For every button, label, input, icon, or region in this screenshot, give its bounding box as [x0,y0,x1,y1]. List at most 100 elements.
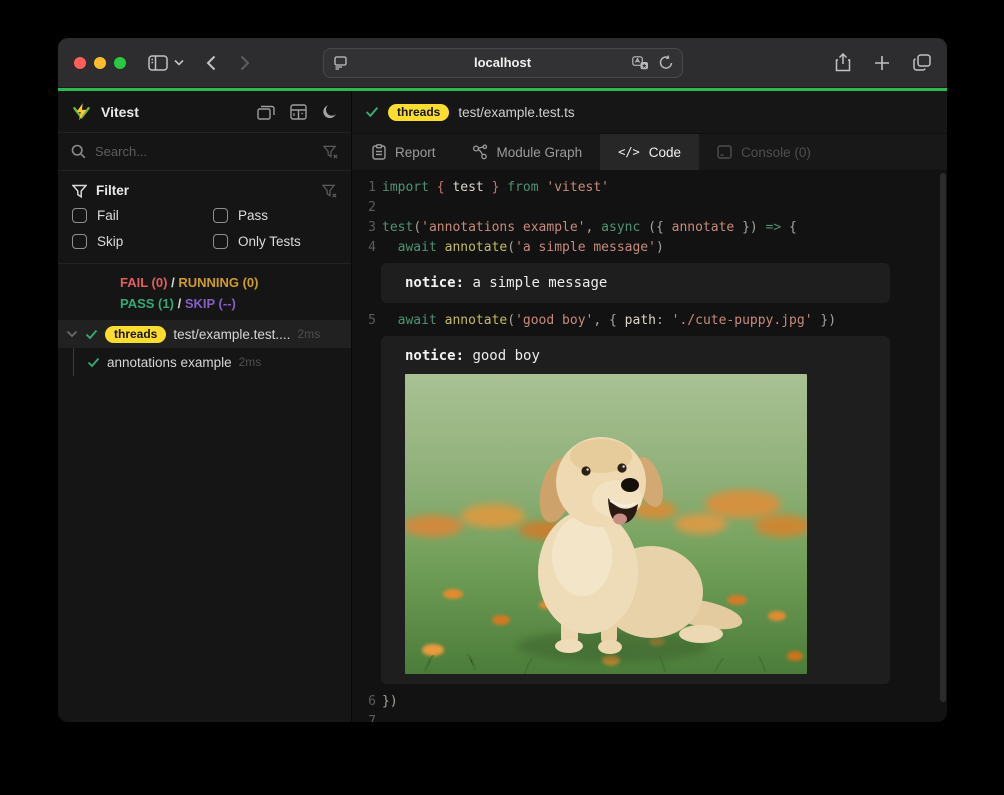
forward-button[interactable] [240,55,250,71]
pass-count: PASS (1) [120,296,174,311]
main-panel: threads test/example.test.ts Report [352,91,947,722]
code-icon: </> [618,145,640,159]
checkbox-box [72,234,87,249]
code-block: 5 await annotate('good boy', { path: './… [352,311,947,331]
tab-report[interactable]: Report [354,134,454,170]
scrollbar-thumb[interactable] [940,173,946,702]
tab-overview-button[interactable] [913,54,931,71]
annotation-notice: notice: a simple message [381,263,890,303]
checkbox-box [213,208,228,223]
chevron-down-icon[interactable] [174,59,184,66]
code-line: 4 await annotate('a simple message') [352,238,947,258]
report-icon [372,144,386,160]
status-separator: / [178,296,182,311]
site-icon [333,56,348,70]
checkbox-label: Fail [97,208,119,223]
code-block: 6})7 [352,692,947,722]
checkbox-skip[interactable]: Skip [72,234,213,249]
tree-file-time: 2ms [297,327,320,341]
clear-search-filter-icon[interactable] [323,145,338,159]
check-icon [365,106,379,118]
translate-icon[interactable] [632,56,649,70]
filter-icon [72,184,87,198]
code-line: 6}) [352,692,947,712]
panels-icon[interactable] [257,104,275,120]
notice-message: a simple message [472,275,607,291]
annotation-notice: notice: good boy [381,336,890,684]
tab-bar: Report Module Graph </> Code [352,133,947,171]
reload-button[interactable] [659,55,673,70]
tree-test-time: 2ms [239,355,262,369]
browser-toolbar: localhost [58,38,947,88]
check-icon [85,329,98,340]
skip-count: SKIP (--) [185,296,236,311]
back-button[interactable] [206,55,216,71]
fail-count: FAIL (0) [120,275,167,290]
code-line: 1import { test } from 'vitest' [352,178,947,198]
checkbox-label: Skip [97,234,123,249]
notice-label: notice: [405,348,464,364]
filter-section: Filter Fail [58,171,351,264]
zoom-button[interactable] [114,57,126,69]
vitest-logo-icon [71,102,92,122]
tab-module-graph[interactable]: Module Graph [454,134,601,170]
notice-message: good boy [472,348,539,364]
notice-label: notice: [405,275,464,291]
file-path: test/example.test.ts [458,105,574,120]
dark-mode-icon[interactable] [322,104,338,120]
filter-title: Filter [96,183,129,198]
checkbox-label: Only Tests [238,234,301,249]
checkbox-box [72,208,87,223]
tab-label: Report [395,145,436,160]
url-text: localhost [324,55,682,70]
tree-row-file[interactable]: threads test/example.test.... 2ms [58,320,351,348]
puppy-image [405,374,807,674]
search-icon [71,144,86,159]
code-line: 3test('annotations example', async ({ an… [352,218,947,238]
tab-console[interactable]: Console (0) [699,134,829,170]
checkbox-label: Pass [238,208,268,223]
tree-test-label: annotations example [107,355,232,370]
tree-file-label: test/example.test.... [173,327,290,342]
desktop: localhost [0,0,1004,795]
checkbox-pass[interactable]: Pass [213,208,337,223]
code-line: 7 [352,712,947,722]
share-button[interactable] [835,53,851,72]
sidebar: Vitest [58,91,352,722]
chevron-down-icon[interactable] [66,330,78,338]
pool-badge: threads [105,326,166,343]
close-button[interactable] [74,57,86,69]
code-line: 5 await annotate('good boy', { path: './… [352,311,947,331]
checkbox-box [213,234,228,249]
module-graph-icon [472,144,488,160]
indent-guide [73,348,74,376]
checkbox-only-tests[interactable]: Only Tests [213,234,337,249]
test-tree: threads test/example.test.... 2ms annota… [58,318,351,722]
search-row [58,133,351,171]
new-tab-button[interactable] [874,55,890,71]
tab-label: Code [649,145,681,160]
clear-filter-icon[interactable] [322,184,337,198]
run-status: FAIL (0) / RUNNING (0) PASS (1) / SKIP (… [58,264,351,318]
search-input[interactable] [95,144,314,159]
running-count: RUNNING (0) [178,275,258,290]
tab-label: Console (0) [741,145,811,160]
status-separator: / [171,275,175,290]
address-bar[interactable]: localhost [323,48,683,78]
minimize-button[interactable] [94,57,106,69]
code-block: 1import { test } from 'vitest'23test('an… [352,178,947,258]
code-editor[interactable]: 1import { test } from 'vitest'23test('an… [352,171,947,722]
tab-code[interactable]: </> Code [600,134,699,170]
app-title: Vitest [101,104,139,120]
console-icon [717,145,732,159]
browser-window: localhost [58,38,947,722]
file-header: threads test/example.test.ts [352,91,947,133]
tree-row-test[interactable]: annotations example 2ms [58,348,351,376]
sidebar-toggle-button[interactable] [148,55,168,71]
checkbox-fail[interactable]: Fail [72,208,213,223]
check-icon [87,357,100,368]
tab-label: Module Graph [497,145,583,160]
sidebar-header: Vitest [58,91,351,133]
dashboard-icon[interactable] [290,104,307,120]
traffic-lights [74,57,126,69]
